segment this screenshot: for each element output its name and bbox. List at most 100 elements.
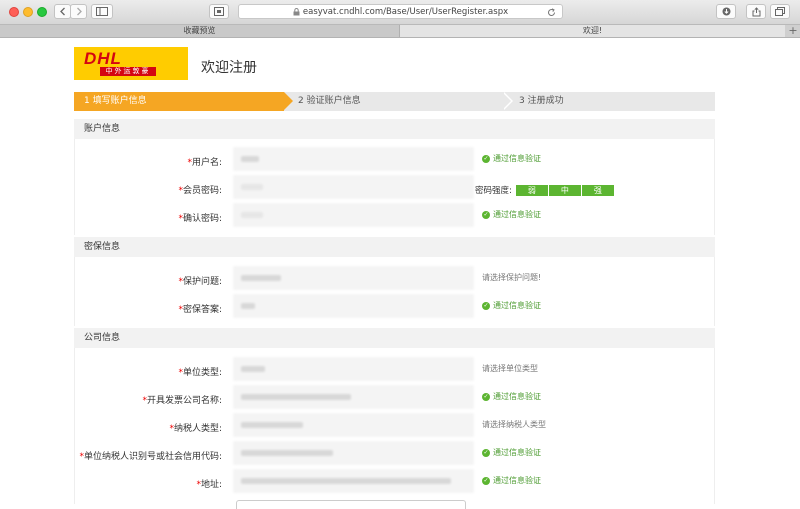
close-window-button[interactable]	[9, 7, 19, 17]
status-text: 通过信息验证	[493, 448, 541, 457]
check-icon: ✓	[482, 301, 490, 310]
check-icon: ✓	[482, 154, 490, 163]
strength-meter: 弱 中 强	[515, 184, 615, 196]
label-text: 密保答案:	[182, 305, 222, 315]
username-label: *用户名:	[187, 155, 222, 168]
sidebar-icon	[96, 7, 108, 16]
tab-welcome[interactable]: 欢迎!	[400, 25, 785, 37]
logo-subtext: 中外运敦豪	[100, 67, 156, 76]
password-strength: 密码强度: 弱 中 强	[475, 184, 615, 196]
next-input-partial[interactable]	[236, 500, 466, 509]
tab-favorites-preview[interactable]: 收藏预览	[0, 25, 400, 37]
logo-text: DHL	[84, 49, 122, 68]
security-answer-input[interactable]	[233, 294, 474, 318]
lock-icon	[293, 7, 300, 15]
address-status: ✓ 通过信息验证	[482, 475, 541, 486]
status-text: 通过信息验证	[493, 392, 541, 401]
section-company-title: 公司信息	[74, 328, 715, 348]
check-icon: ✓	[482, 392, 490, 401]
tab-label: 收藏预览	[183, 26, 216, 35]
username-status: ✓ 通过信息验证	[482, 153, 541, 164]
label-text: 会员密码:	[182, 186, 222, 196]
security-answer-label: *密保答案:	[178, 302, 222, 315]
password-label: *会员密码:	[178, 183, 222, 196]
label-text: 地址:	[200, 480, 222, 490]
label-text: 纳税人类型:	[173, 424, 222, 434]
label-text: 用户名:	[191, 158, 222, 168]
check-icon: ✓	[482, 476, 490, 485]
back-button[interactable]	[54, 4, 71, 19]
label-text: 确认密码:	[182, 214, 222, 224]
reader-button[interactable]	[209, 4, 229, 19]
taxpayer-type-status: 请选择纳税人类型	[482, 419, 546, 430]
security-question-select[interactable]	[233, 266, 474, 290]
tax-id-status: ✓ 通过信息验证	[482, 447, 541, 458]
sidebar-button[interactable]	[91, 4, 113, 19]
dhl-logo: DHL 中外运敦豪	[74, 47, 188, 80]
maximize-window-button[interactable]	[37, 7, 47, 17]
security-answer-status: ✓ 通过信息验证	[482, 300, 541, 311]
tab-bar: 收藏预览 欢迎! +	[0, 25, 800, 38]
invoice-company-status: ✓ 通过信息验证	[482, 391, 541, 402]
step-register-success: 3 注册成功	[519, 96, 564, 106]
unit-type-select[interactable]	[233, 357, 474, 381]
registration-steps: 1 填写账户信息 2 验证账户信息 3 注册成功	[74, 92, 715, 111]
label-text: 单位类型:	[182, 368, 222, 378]
strength-medium: 中	[548, 184, 581, 196]
tabs-icon	[775, 7, 785, 16]
unit-type-label: *单位类型:	[178, 365, 222, 378]
share-button[interactable]	[746, 4, 766, 19]
section-account-title: 账户信息	[74, 119, 715, 139]
browser-titlebar: easyvat.cndhl.com/Base/User/UserRegister…	[0, 0, 800, 25]
label-text: 保护问题:	[182, 277, 222, 287]
strength-strong: 强	[581, 184, 614, 196]
tax-id-input[interactable]	[233, 441, 474, 465]
taxpayer-type-select[interactable]	[233, 413, 474, 437]
url-text: easyvat.cndhl.com/Base/User/UserRegister…	[302, 6, 509, 17]
download-icon	[722, 7, 730, 16]
status-text: 通过信息验证	[493, 476, 541, 485]
status-text: 通过信息验证	[493, 301, 541, 310]
reload-icon[interactable]	[547, 8, 556, 17]
page-title: 欢迎注册	[201, 60, 257, 76]
step-arrow	[284, 92, 293, 110]
status-text: 请选择纳税人类型	[482, 420, 546, 429]
forward-button[interactable]	[70, 4, 87, 19]
status-text: 请选择保护问题!	[482, 273, 542, 282]
status-text: 通过信息验证	[493, 154, 541, 163]
security-question-status: 请选择保护问题!	[482, 272, 541, 283]
address-label: *地址:	[196, 477, 222, 490]
share-icon	[752, 6, 760, 16]
label-text: 开具发票公司名称:	[146, 396, 222, 406]
invoice-company-input[interactable]	[233, 385, 474, 409]
username-input[interactable]	[233, 147, 474, 171]
section-security-title: 密保信息	[74, 237, 715, 257]
chevron-right-icon	[76, 7, 82, 16]
tax-id-label: *单位纳税人识别号或社会信用代码:	[79, 449, 222, 462]
address-input[interactable]	[233, 469, 474, 493]
tabs-overview-button[interactable]	[770, 4, 790, 19]
strength-label: 密码强度:	[475, 186, 512, 196]
page-content: DHL 中外运敦豪 欢迎注册 1 填写账户信息 2 验证账户信息 3 注册成功 …	[0, 38, 800, 509]
minimize-window-button[interactable]	[23, 7, 33, 17]
reader-icon	[214, 7, 224, 16]
unit-type-status: 请选择单位类型	[482, 363, 538, 374]
status-text: 通过信息验证	[493, 210, 541, 219]
invoice-company-label: *开具发票公司名称:	[142, 393, 222, 406]
security-question-label: *保护问题:	[178, 274, 222, 287]
check-icon: ✓	[482, 448, 490, 457]
address-bar[interactable]: easyvat.cndhl.com/Base/User/UserRegister…	[238, 4, 563, 19]
check-icon: ✓	[482, 210, 490, 219]
taxpayer-type-label: *纳税人类型:	[169, 421, 222, 434]
tab-label: 欢迎!	[582, 26, 603, 35]
step-arrow	[502, 92, 511, 110]
step-fill-account: 1 填写账户信息	[74, 92, 284, 111]
confirm-password-status: ✓ 通过信息验证	[482, 209, 541, 220]
chevron-left-icon	[59, 7, 65, 16]
label-text: 单位纳税人识别号或社会信用代码:	[83, 452, 222, 462]
new-tab-button[interactable]: +	[786, 25, 800, 37]
strength-weak: 弱	[515, 184, 548, 196]
downloads-button[interactable]	[716, 4, 736, 19]
confirm-password-input[interactable]	[233, 203, 474, 227]
password-input[interactable]	[233, 175, 474, 199]
